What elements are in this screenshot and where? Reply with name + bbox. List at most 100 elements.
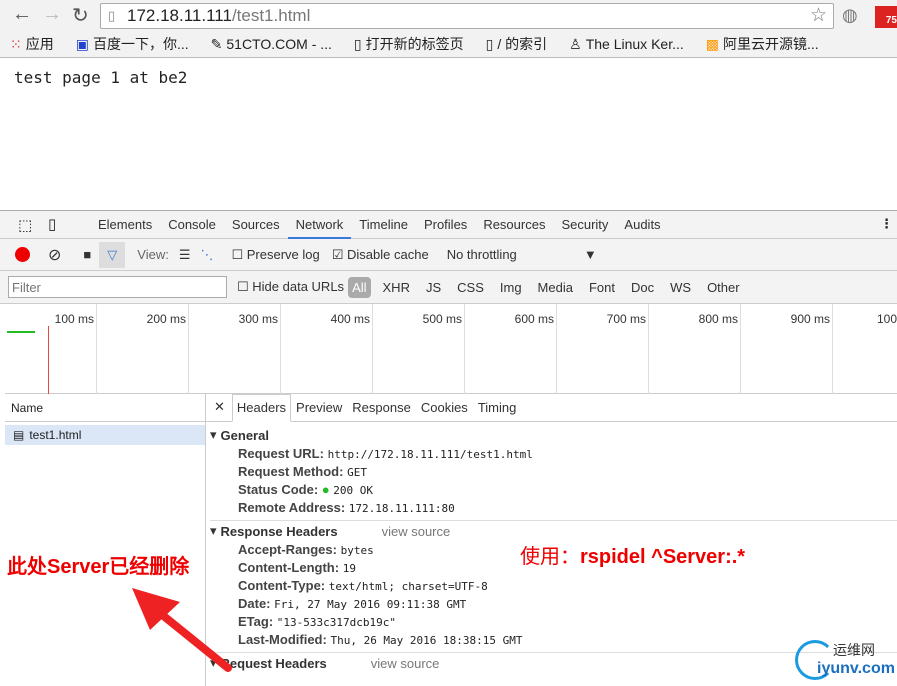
tick-label: 900 ms bbox=[741, 304, 833, 394]
preserve-log-label: Preserve log bbox=[246, 246, 320, 262]
name-header[interactable]: Name bbox=[5, 394, 205, 422]
url-path: /test1.html bbox=[231, 6, 311, 25]
tick-label: 200 ms bbox=[97, 304, 189, 394]
disable-cache-checkbox[interactable]: ☑ Disable cache bbox=[332, 247, 429, 263]
tab-timeline[interactable]: Timeline bbox=[351, 211, 416, 239]
star-icon[interactable]: ☆ bbox=[810, 4, 827, 27]
timeline-overview[interactable]: 100 ms 200 ms 300 ms 400 ms 500 ms 600 m… bbox=[5, 304, 897, 394]
hide-data-urls-checkbox[interactable]: ☐ Hide data URLs bbox=[237, 279, 344, 295]
tick-label: 100 ms bbox=[5, 304, 97, 394]
type-doc[interactable]: Doc bbox=[623, 280, 662, 295]
inspect-icon[interactable]: ⬚ bbox=[18, 216, 32, 234]
request-row[interactable]: ▤ test1.html bbox=[5, 425, 205, 445]
bookmark-index[interactable]: ▯ / 的索引 bbox=[486, 34, 548, 54]
close-icon[interactable]: ✕ bbox=[214, 399, 232, 421]
devtools-tabbar: ⬚ ▯ Elements Console Sources Network Tim… bbox=[0, 210, 897, 239]
record-icon[interactable] bbox=[15, 247, 30, 262]
triangle-down-icon: ▾ bbox=[210, 427, 217, 442]
globe-icon[interactable]: ◍ bbox=[842, 5, 858, 26]
status-dot-icon: ● bbox=[321, 482, 330, 497]
filter-input[interactable] bbox=[8, 276, 227, 298]
dropdown-arrow-icon: ▼ bbox=[583, 247, 597, 262]
tab-elements[interactable]: Elements bbox=[90, 211, 160, 239]
type-ws[interactable]: WS bbox=[662, 280, 699, 295]
tab-headers[interactable]: Headers bbox=[231, 394, 292, 422]
tab-preview[interactable]: Preview bbox=[291, 400, 347, 421]
bookmark-apps[interactable]: ⁙ 应用 bbox=[10, 34, 54, 54]
forward-icon[interactable]: → bbox=[42, 3, 62, 26]
address-bar[interactable]: 172.18.11.111/test1.html bbox=[100, 3, 834, 29]
annotation-prefix: 使用： bbox=[520, 546, 580, 568]
tab-console[interactable]: Console bbox=[160, 211, 224, 239]
device-icon[interactable]: ▯ bbox=[48, 215, 56, 233]
bookmark-baidu[interactable]: ▣ 百度一下，你... bbox=[76, 34, 189, 54]
header-key: Content-Length: bbox=[238, 560, 340, 575]
bookmark-label: / 的索引 bbox=[497, 36, 548, 52]
tab-audits[interactable]: Audits bbox=[616, 211, 668, 239]
type-img[interactable]: Img bbox=[492, 280, 530, 295]
waterfall-icon[interactable]: ⋱ bbox=[200, 247, 213, 263]
page-icon: ▯ bbox=[353, 35, 362, 52]
header-key: ETag: bbox=[238, 614, 274, 629]
bookmark-label: 百度一下，你... bbox=[92, 36, 189, 52]
load-marker bbox=[48, 326, 49, 394]
type-font[interactable]: Font bbox=[581, 280, 623, 295]
header-row: Remote Address: 172.18.11.111:80 bbox=[210, 499, 897, 517]
view-source-link[interactable]: view source bbox=[371, 656, 440, 671]
type-js[interactable]: JS bbox=[418, 280, 449, 295]
header-key: Last-Modified: bbox=[238, 632, 327, 647]
red-arrow-icon bbox=[132, 588, 232, 672]
tab-network[interactable]: Network bbox=[287, 211, 352, 239]
bookmark-label: 51CTO.COM - ... bbox=[226, 36, 332, 52]
bookmark-label: 阿里云开源镜... bbox=[723, 36, 819, 52]
bookmark-newtab[interactable]: ▯ 打开新的标签页 bbox=[354, 34, 464, 54]
tab-profiles[interactable]: Profiles bbox=[416, 211, 475, 239]
more-icon[interactable]: ⋮ bbox=[880, 216, 893, 232]
header-value: 19 bbox=[342, 562, 356, 575]
header-row: Request URL: http://172.18.11.111/test1.… bbox=[210, 445, 897, 463]
throttling-value: No throttling bbox=[446, 247, 517, 262]
bookmark-aliyun[interactable]: ▩ 阿里云开源镜... bbox=[706, 34, 819, 54]
hide-data-urls-label: Hide data URLs bbox=[252, 279, 345, 294]
camera-icon[interactable]: ■ bbox=[83, 247, 91, 262]
tab-security[interactable]: Security bbox=[553, 211, 616, 239]
tab-timing[interactable]: Timing bbox=[473, 400, 522, 421]
apps-icon: ⁙ bbox=[10, 35, 22, 52]
bookmarks-bar: ⁙ 应用 ▣ 百度一下，你... ✎ 51CTO.COM - ... ▯ 打开新的标签页… bbox=[0, 31, 897, 58]
bookmark-linux[interactable]: ♙ The Linux Ker... bbox=[569, 36, 684, 53]
annotation-left-text: 此处Server已经删除 bbox=[7, 556, 190, 578]
header-key: Request URL: bbox=[238, 446, 324, 461]
view-source-link[interactable]: view source bbox=[382, 524, 451, 539]
tab-cookies[interactable]: Cookies bbox=[416, 400, 473, 421]
page-icon: ▯ bbox=[485, 35, 494, 52]
clear-icon[interactable]: ⊘ bbox=[48, 245, 61, 265]
type-other[interactable]: Other bbox=[699, 280, 748, 295]
type-all[interactable]: All bbox=[348, 276, 371, 298]
back-icon[interactable]: ← bbox=[12, 3, 32, 26]
type-css[interactable]: CSS bbox=[449, 280, 492, 295]
throttling-select[interactable]: No throttling ▼ bbox=[447, 247, 597, 262]
bookmark-51cto[interactable]: ✎ 51CTO.COM - ... bbox=[211, 36, 332, 53]
request-headers-section[interactable]: ▾ Request Headers view source bbox=[210, 653, 897, 673]
tux-icon: ♙ bbox=[569, 35, 582, 52]
header-row: Status Code: ● 200 OK bbox=[210, 481, 897, 499]
extension-badge[interactable]: 75 bbox=[875, 6, 897, 28]
list-view-icon[interactable]: ☰ bbox=[179, 247, 191, 263]
tab-response[interactable]: Response bbox=[347, 400, 416, 421]
reload-icon[interactable]: ↻ bbox=[72, 3, 89, 28]
header-value: bytes bbox=[340, 544, 374, 557]
type-media[interactable]: Media bbox=[530, 280, 581, 295]
filter-icon[interactable]: ▽ bbox=[99, 241, 126, 268]
tab-resources[interactable]: Resources bbox=[475, 211, 553, 239]
tick-label: 100 bbox=[877, 312, 897, 326]
annotation-left: 此处Server已经删除 bbox=[7, 550, 189, 579]
paperclip-icon: ✎ bbox=[210, 35, 223, 52]
preserve-log-checkbox[interactable]: ☐ Preserve log bbox=[231, 247, 319, 263]
tab-sources[interactable]: Sources bbox=[224, 211, 288, 239]
header-row: Content-Type: text/html; charset=UTF-8 bbox=[210, 577, 897, 595]
response-headers-section[interactable]: ▾ Response Headers view source bbox=[210, 521, 897, 541]
type-xhr[interactable]: XHR bbox=[375, 280, 418, 295]
general-section[interactable]: ▾ General bbox=[210, 425, 897, 445]
triangle-down-icon: ▾ bbox=[210, 523, 217, 538]
header-row: Request Method: GET bbox=[210, 463, 897, 481]
